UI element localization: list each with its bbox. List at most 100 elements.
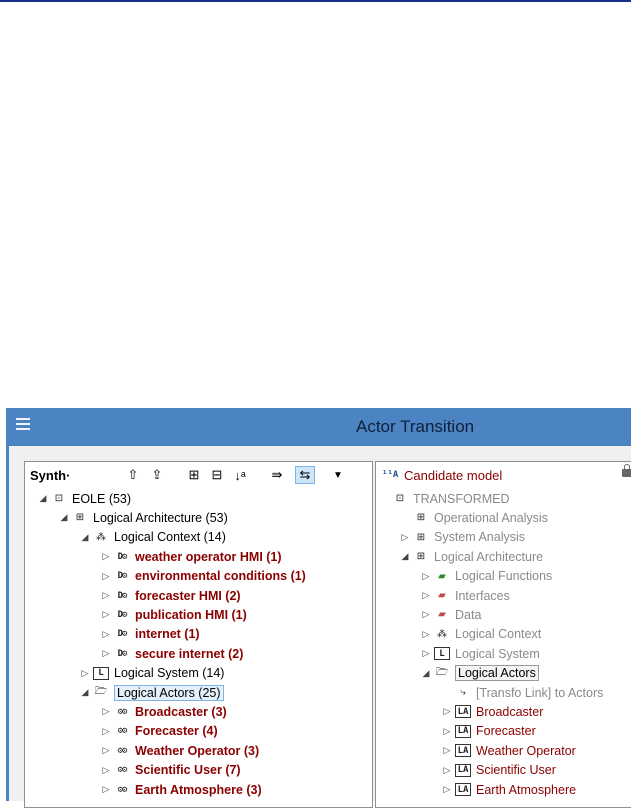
tree-row[interactable]: ▷ D⚙ internet (1) (100, 625, 200, 644)
expand-toggle-icon[interactable]: ▷ (100, 629, 112, 640)
expand-toggle-icon[interactable]: ▷ (420, 629, 432, 640)
collapse-toggle-icon[interactable]: ◢ (58, 512, 70, 523)
tree-row[interactable]: ◢ 🗁 Logical Actors (25) (79, 683, 224, 702)
folder-pink-icon: ▰ (438, 590, 446, 601)
tree-row[interactable]: ◢ ⊡ EOLE (53) (37, 489, 132, 508)
tree-row[interactable]: ▷ LA Broadcaster (441, 702, 544, 721)
view-menu-icon[interactable]: ▼ (328, 466, 348, 484)
tree-row[interactable]: ◢ ⁂ Logical Context (14) (79, 528, 226, 547)
tree-row[interactable]: ▷ ▰ Data (420, 605, 482, 624)
expand-toggle-icon[interactable]: ▷ (100, 706, 112, 717)
expand-toggle-icon[interactable]: ▷ (399, 532, 411, 543)
expand-toggle-icon[interactable]: ▷ (100, 648, 112, 659)
tree-row[interactable]: ▷ L Logical System (420, 644, 540, 663)
expand-toggle-icon[interactable]: ▷ (441, 765, 453, 776)
transfo-link-icon: ⤷ (460, 687, 466, 698)
expand-toggle-icon[interactable]: ▷ (100, 765, 112, 776)
tree-item-label: secure internet (2) (135, 646, 244, 661)
component-icon: D⚙ (117, 571, 128, 582)
expand-toggle-icon[interactable]: ▷ (100, 745, 112, 756)
expand-toggle-icon[interactable]: ▷ (420, 571, 432, 582)
tree-row[interactable]: ▷ LA Earth Atmosphere (441, 780, 577, 799)
actor-la-icon: LA (455, 744, 471, 758)
collapse-toggle-icon[interactable]: ◢ (420, 668, 432, 679)
tree-row[interactable]: ⊡ TRANSFORMED (378, 489, 510, 508)
up-arrows-icon[interactable]: ⇧ (123, 466, 143, 484)
up-arrows-alt-icon[interactable]: ⇪ (147, 466, 167, 484)
tree-row[interactable]: ▷ D⚙ forecaster HMI (2) (100, 586, 241, 605)
title-bar[interactable]: Actor Transition (6, 408, 631, 446)
tree-item-label: Logical Functions (455, 569, 553, 584)
actor-la-icon: LA (455, 783, 471, 796)
expand-toggle-icon[interactable]: ▷ (100, 551, 112, 562)
dialog-title: Actor Transition (356, 417, 475, 436)
expand-toggle-icon[interactable]: ▷ (100, 784, 112, 795)
collapse-toggle-icon[interactable]: ◢ (79, 532, 91, 543)
context-icon: ⁂ (437, 628, 447, 640)
collapse-all-icon[interactable]: ⊟ (207, 466, 227, 484)
expand-toggle-icon[interactable]: ▷ (100, 609, 112, 620)
collapse-toggle-icon[interactable]: ◢ (79, 687, 91, 698)
tree-item-label: weather operator HMI (1) (135, 549, 282, 564)
tree-row[interactable]: ▷ ⚙⚙ Weather Operator (3) (100, 741, 260, 760)
tree-item-label: Broadcaster (476, 704, 544, 719)
tree-item-label: [Transfo Link] to Actors (476, 685, 604, 700)
filter-arrows-icon[interactable]: ⇛ (267, 466, 287, 484)
sync-toggle-icon[interactable]: ⇆ (295, 466, 315, 484)
collapse-toggle-icon[interactable]: ◢ (399, 551, 411, 562)
tree-item-label: Scientific User (7) (135, 763, 241, 778)
logical-system-icon: L (93, 666, 109, 680)
tree-row[interactable]: ▷ D⚙ publication HMI (1) (100, 605, 247, 624)
tree-item-label: Logical Architecture (434, 549, 544, 564)
candidate-toolbar: ¹¹A Candidate model (376, 462, 631, 488)
tree-row[interactable]: ▷ LA Forecaster (441, 722, 536, 741)
actor-icon: ⚙⚙ (117, 726, 128, 737)
tree-row[interactable]: ▷ LA Scientific User (441, 761, 556, 780)
tree-row[interactable]: ▷ D⚙ environmental conditions (1) (100, 567, 306, 586)
collapse-toggle-icon[interactable]: ◢ (37, 493, 49, 504)
tree-item-label: publication HMI (1) (135, 607, 247, 622)
tree-row[interactable]: ▷ ⚙⚙ Broadcaster (3) (100, 702, 227, 721)
tree-row[interactable]: ▷ D⚙ weather operator HMI (1) (100, 547, 282, 566)
sort-icon[interactable]: ↓ᵃ (230, 466, 250, 484)
expand-toggle-icon[interactable]: ▷ (441, 745, 453, 756)
tree-row[interactable]: ▷ ▰ Interfaces (420, 586, 510, 605)
actor-transition-dialog: Actor Transition Synth· ⇧ ⇪ ⊞ ⊟ ↓ᵃ ⇛ ⇆ ▼… (6, 408, 631, 808)
tree-row[interactable]: ◢ ⊞ Logical Architecture (53) (58, 508, 228, 527)
folder-pink-icon: ▰ (438, 609, 446, 621)
tree-row[interactable]: ▷ ▰ Logical Functions (420, 567, 553, 586)
lock-icon[interactable] (622, 464, 631, 477)
tree-row[interactable]: ▷ ⚙⚙ Forecaster (4) (100, 722, 218, 741)
synthesis-label: Synth· (30, 468, 71, 483)
expand-toggle-icon[interactable]: ▷ (420, 609, 432, 620)
expand-toggle-icon[interactable]: ▷ (100, 571, 112, 582)
tree-row[interactable]: ⤷ [Transfo Link] to Actors (441, 683, 603, 702)
component-icon: D⚙ (117, 648, 128, 659)
architecture-icon: ⊞ (416, 512, 426, 524)
tree-row[interactable]: ▷ LA Weather Operator (441, 741, 576, 760)
expand-toggle-icon[interactable]: ▷ (420, 590, 432, 601)
expand-toggle-icon[interactable]: ▷ (79, 668, 91, 679)
expand-toggle-icon[interactable]: ▷ (441, 706, 453, 717)
dialog-content: Synth· ⇧ ⇪ ⊞ ⊟ ↓ᵃ ⇛ ⇆ ▼ ◢ ⊡ EOLE (53) ◢ ⊞ Log… (9, 446, 631, 808)
tree-row[interactable]: ▷ ⚙⚙ Scientific User (7) (100, 761, 241, 780)
tree-row[interactable]: ▷ D⚙ secure internet (2) (100, 644, 244, 663)
tree-item-label: Earth Atmosphere (3) (135, 782, 262, 797)
tree-row[interactable]: ▷ ⊞ System Analysis (399, 528, 525, 547)
expand-toggle-icon[interactable]: ▷ (100, 726, 112, 737)
expand-all-icon[interactable]: ⊞ (184, 466, 204, 484)
tree-item-label: Weather Operator (476, 743, 576, 758)
tree-row[interactable]: ⊞ Operational Analysis (399, 508, 548, 527)
tree-row[interactable]: ▷ ⁂ Logical Context (420, 625, 542, 644)
window-menu-icon[interactable] (16, 418, 30, 434)
tree-row[interactable]: ◢ ⊞ Logical Architecture (399, 547, 544, 566)
tree-row[interactable]: ▷ L Logical System (14) (79, 664, 225, 683)
expand-toggle-icon[interactable]: ▷ (100, 590, 112, 601)
tree-item-label: forecaster HMI (2) (135, 588, 241, 603)
candidate-model-panel: ¹¹A Candidate model ⊡ TRANSFORMED ⊞ Operati… (375, 461, 631, 808)
expand-toggle-icon[interactable]: ▷ (420, 648, 432, 659)
expand-toggle-icon[interactable]: ▷ (441, 784, 453, 795)
tree-row[interactable]: ◢ 🗁 Logical Actors (420, 664, 539, 683)
tree-row[interactable]: ▷ ⚙⚙ Earth Atmosphere (3) (100, 780, 262, 799)
expand-toggle-icon[interactable]: ▷ (441, 726, 453, 737)
